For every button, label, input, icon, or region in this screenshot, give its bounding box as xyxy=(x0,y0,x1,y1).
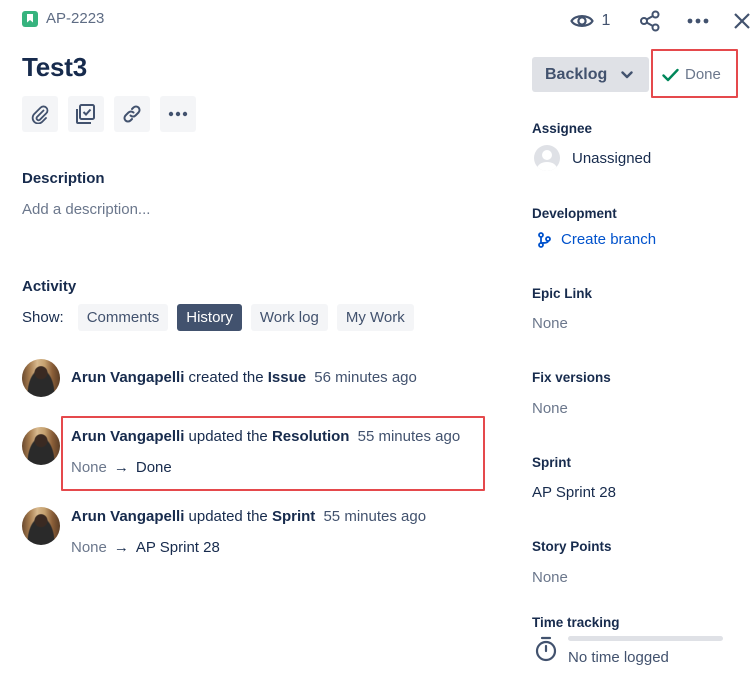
new-value: AP Sprint 28 xyxy=(135,539,220,556)
time-tracking-body: No time logged xyxy=(568,636,723,666)
history-user[interactable]: Arun Vangapelli xyxy=(71,369,184,386)
create-branch-link[interactable]: Create branch xyxy=(538,231,656,248)
fix-versions-label: Fix versions xyxy=(532,370,611,385)
history-time: 55 minutes ago xyxy=(323,508,427,525)
epic-link-label: Epic Link xyxy=(532,286,593,301)
history-action: updated the xyxy=(188,508,268,525)
watch-button[interactable]: 1 xyxy=(560,6,620,36)
history-time: 56 minutes ago xyxy=(314,369,417,386)
history-entry: Arun Vangapelli created the Issue 56 min… xyxy=(71,359,417,397)
history-action: created the xyxy=(188,369,264,386)
history-item: Arun Vangapelli created the Issue 56 min… xyxy=(22,359,417,397)
top-actions: 1 xyxy=(560,6,756,36)
epic-link-value[interactable]: None xyxy=(532,315,568,332)
share-icon xyxy=(640,10,660,32)
close-icon xyxy=(734,13,750,29)
time-tracking-value: No time logged xyxy=(568,649,669,666)
avatar[interactable] xyxy=(22,427,60,465)
history-entry: Arun Vangapelli updated the Sprint 55 mi… xyxy=(71,507,426,558)
fix-versions-value[interactable]: None xyxy=(532,400,568,417)
link-icon xyxy=(123,105,141,123)
share-button[interactable] xyxy=(634,6,666,36)
description-input[interactable]: Add a description... xyxy=(22,201,150,218)
filter-my-work[interactable]: My Work xyxy=(336,304,414,331)
filter-work-log[interactable]: Work log xyxy=(250,304,328,331)
create-branch-label: Create branch xyxy=(561,231,657,248)
close-button[interactable] xyxy=(728,6,756,36)
stopwatch-icon xyxy=(535,636,557,662)
history-change: None → AP Sprint 28 xyxy=(71,538,426,558)
activity-label: Activity xyxy=(22,278,77,295)
development-label: Development xyxy=(532,206,617,221)
time-tracking-label: Time tracking xyxy=(532,615,620,630)
highlight-box xyxy=(61,416,485,491)
filter-history[interactable]: History xyxy=(177,304,242,331)
history-user[interactable]: Arun Vangapelli xyxy=(71,508,184,525)
issue-title[interactable]: Test3 xyxy=(22,52,87,83)
assignee-field[interactable]: Unassigned xyxy=(534,145,651,171)
more-tools-button[interactable] xyxy=(160,96,196,132)
more-actions-button[interactable] xyxy=(682,6,714,36)
child-issue-icon xyxy=(76,104,95,124)
branch-icon xyxy=(538,231,551,248)
filter-comments[interactable]: Comments xyxy=(77,304,169,331)
paperclip-icon xyxy=(31,105,49,124)
sprint-label: Sprint xyxy=(532,455,571,470)
sprint-value[interactable]: AP Sprint 28 xyxy=(532,484,616,501)
highlight-box xyxy=(651,49,738,98)
status-dropdown[interactable]: Backlog xyxy=(532,57,649,92)
eye-icon xyxy=(569,15,594,27)
issue-key[interactable]: AP-2223 xyxy=(46,10,104,27)
history-field: Sprint xyxy=(271,508,316,525)
issue-key-breadcrumb[interactable]: AP-2223 xyxy=(22,10,104,27)
story-points-label: Story Points xyxy=(532,539,612,554)
issue-toolbar xyxy=(22,96,196,132)
avatar[interactable] xyxy=(22,507,60,545)
assignee-value: Unassigned xyxy=(572,149,652,167)
time-tracking-bar xyxy=(568,636,723,641)
show-label: Show: xyxy=(22,309,64,326)
activity-filter-bar: Show: Comments History Work log My Work xyxy=(22,304,423,331)
time-tracking-field[interactable]: No time logged xyxy=(534,636,723,666)
story-points-value[interactable]: None xyxy=(532,569,568,586)
attach-button[interactable] xyxy=(22,96,58,132)
old-value: None xyxy=(71,539,107,556)
add-child-issue-button[interactable] xyxy=(68,96,104,132)
status-label: Backlog xyxy=(545,65,608,83)
more-icon xyxy=(168,111,188,117)
chevron-down-icon xyxy=(621,70,633,78)
watch-count: 1 xyxy=(601,12,611,29)
history-field: Issue xyxy=(267,369,307,386)
story-icon xyxy=(22,10,38,27)
assignee-label: Assignee xyxy=(532,121,593,136)
avatar[interactable] xyxy=(22,359,60,397)
more-icon xyxy=(687,18,709,24)
user-avatar-icon xyxy=(534,145,560,171)
description-label: Description xyxy=(22,170,105,187)
change-arrow: → xyxy=(113,539,129,556)
link-issue-button[interactable] xyxy=(114,96,150,132)
history-item: Arun Vangapelli updated the Sprint 55 mi… xyxy=(22,507,426,558)
